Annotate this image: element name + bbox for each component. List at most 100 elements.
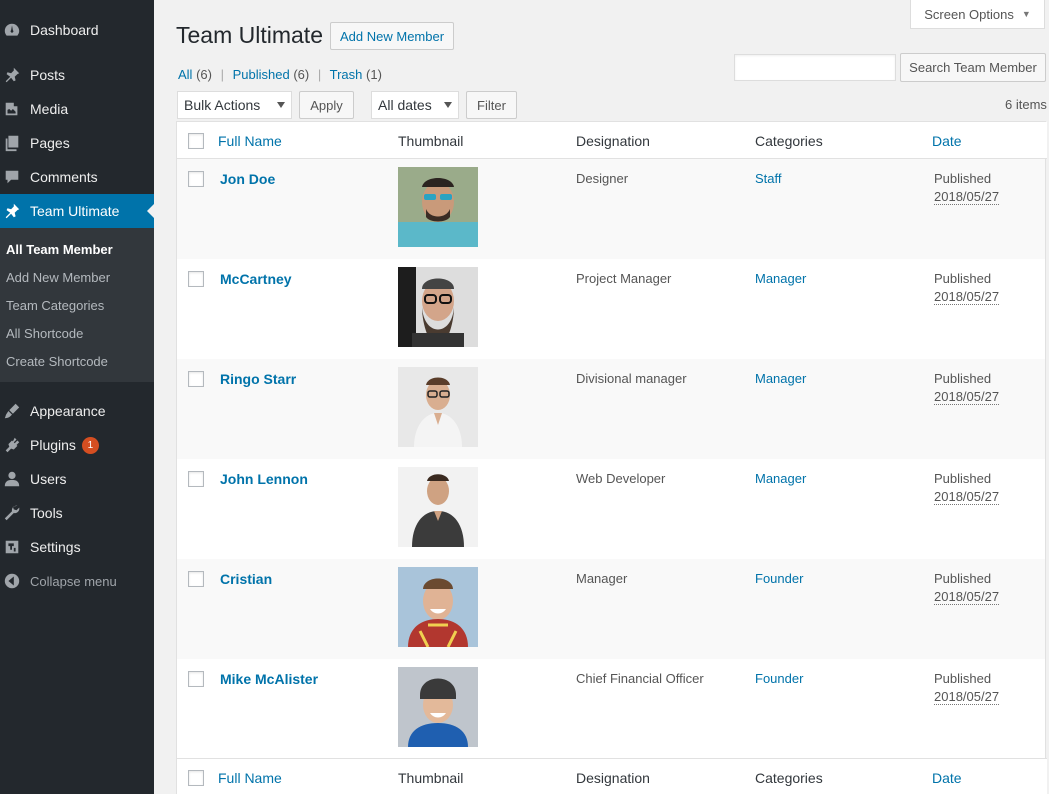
search-team-member-button[interactable]: Search Team Member (900, 53, 1046, 82)
menu-dashboard[interactable]: Dashboard (0, 13, 154, 47)
menu-users[interactable]: Users (0, 462, 154, 496)
menu-users-label: Users (30, 471, 67, 487)
collapse-menu-label: Collapse menu (30, 573, 117, 589)
member-date: 2018/05/27 (934, 589, 1000, 605)
member-category-link[interactable]: Manager (755, 471, 806, 486)
column-thumbnail: Thumbnail (398, 770, 464, 786)
menu-posts[interactable]: Posts (0, 58, 154, 92)
collapse-icon (0, 572, 30, 590)
menu-appearance-label: Appearance (30, 403, 106, 419)
member-thumbnail (398, 567, 478, 647)
date-filter-select[interactable]: All dates (371, 91, 459, 119)
member-status: Published (934, 171, 992, 186)
select-all-checkbox[interactable] (188, 770, 204, 786)
row-checkbox[interactable] (188, 671, 204, 687)
table-header: Full Name Thumbnail Designation Categori… (177, 122, 1047, 159)
screen-options-button[interactable]: Screen Options ▼ (910, 0, 1045, 29)
member-designation: Divisional manager (576, 371, 687, 386)
page-title: Team Ultimate (176, 22, 323, 48)
member-thumbnail (398, 367, 478, 447)
table-footer: Full Name Thumbnail Designation Categori… (177, 758, 1047, 794)
member-date: 2018/05/27 (934, 189, 1000, 205)
bulk-actions-select[interactable]: Bulk Actions (177, 91, 292, 119)
menu-media[interactable]: Media (0, 92, 154, 126)
menu-pages[interactable]: Pages (0, 126, 154, 160)
submenu-create-shortcode[interactable]: Create Shortcode (6, 354, 108, 369)
member-category-link[interactable]: Manager (755, 371, 806, 386)
chevron-down-icon: ▼ (1021, 9, 1031, 19)
submenu-all-team-member[interactable]: All Team Member (6, 242, 113, 257)
view-trash-count: (1) (366, 67, 382, 82)
member-name-link[interactable]: John Lennon (220, 471, 308, 487)
row-checkbox[interactable] (188, 571, 204, 587)
menu-settings-label: Settings (30, 539, 81, 555)
wrench-icon (0, 504, 30, 522)
dashboard-icon (0, 21, 30, 39)
filter-button[interactable]: Filter (466, 91, 517, 119)
table-row: John Lennon Web Developer Manager Publis… (177, 459, 1045, 559)
menu-comments[interactable]: Comments (0, 160, 154, 194)
pin-icon (0, 66, 30, 84)
column-date[interactable]: Date (932, 133, 962, 149)
member-designation: Web Developer (576, 471, 666, 486)
plugin-icon (0, 436, 30, 454)
member-status: Published (934, 671, 992, 686)
column-categories: Categories (755, 133, 823, 149)
view-published-count: (6) (293, 67, 310, 82)
menu-settings[interactable]: Settings (0, 530, 154, 564)
settings-icon (0, 538, 30, 556)
search-input[interactable] (734, 54, 896, 81)
column-full-name[interactable]: Full Name (218, 770, 282, 786)
member-designation: Project Manager (576, 271, 672, 286)
column-date[interactable]: Date (932, 770, 962, 786)
view-all-count: (6) (196, 67, 212, 82)
menu-plugins[interactable]: Plugins 1 (0, 428, 154, 462)
member-designation: Designer (576, 171, 629, 186)
member-date: 2018/05/27 (934, 489, 1000, 505)
view-separator: | (220, 67, 224, 82)
collapse-menu-button[interactable]: Collapse menu (0, 564, 154, 598)
submenu-all-shortcode[interactable]: All Shortcode (6, 326, 83, 341)
member-name-link[interactable]: Ringo Starr (220, 371, 296, 387)
add-new-member-button[interactable]: Add New Member (330, 22, 455, 50)
member-status: Published (934, 571, 992, 586)
row-checkbox[interactable] (188, 171, 204, 187)
member-category-link[interactable]: Founder (755, 671, 803, 686)
menu-plugins-label: Plugins (30, 437, 76, 453)
row-checkbox[interactable] (188, 471, 204, 487)
member-name-link[interactable]: Jon Doe (220, 171, 275, 187)
view-all-link[interactable]: All (178, 67, 192, 82)
member-name-link[interactable]: McCartney (220, 271, 292, 287)
member-category-link[interactable]: Manager (755, 271, 806, 286)
bulk-actions-value: Bulk Actions (184, 97, 261, 113)
row-checkbox[interactable] (188, 371, 204, 387)
member-date: 2018/05/27 (934, 689, 1000, 705)
pages-icon (0, 134, 30, 152)
menu-tools[interactable]: Tools (0, 496, 154, 530)
member-designation: Chief Financial Officer (576, 671, 704, 686)
row-checkbox[interactable] (188, 271, 204, 287)
column-thumbnail: Thumbnail (398, 133, 464, 149)
media-icon (0, 100, 30, 118)
menu-dashboard-label: Dashboard (30, 22, 99, 38)
member-thumbnail (398, 167, 478, 247)
submenu-team-categories[interactable]: Team Categories (6, 298, 104, 313)
submenu-add-new-member[interactable]: Add New Member (6, 270, 110, 285)
menu-appearance[interactable]: Appearance (0, 394, 154, 428)
select-all-checkbox[interactable] (188, 133, 204, 149)
member-name-link[interactable]: Cristian (220, 571, 272, 587)
plugins-update-badge: 1 (81, 436, 99, 454)
apply-button[interactable]: Apply (299, 91, 354, 119)
member-category-link[interactable]: Staff (755, 171, 782, 186)
chevron-down-icon (277, 102, 285, 112)
member-category-link[interactable]: Founder (755, 571, 803, 586)
column-designation: Designation (576, 770, 650, 786)
team-ultimate-submenu: All Team Member Add New Member Team Cate… (0, 228, 154, 382)
view-trash-link[interactable]: Trash (330, 67, 363, 82)
view-published-link[interactable]: Published (233, 67, 290, 82)
menu-pages-label: Pages (30, 135, 70, 151)
menu-team-ultimate[interactable]: Team Ultimate (0, 194, 154, 228)
menu-team-ultimate-label: Team Ultimate (30, 203, 120, 219)
member-name-link[interactable]: Mike McAlister (220, 671, 318, 687)
column-full-name[interactable]: Full Name (218, 133, 282, 149)
